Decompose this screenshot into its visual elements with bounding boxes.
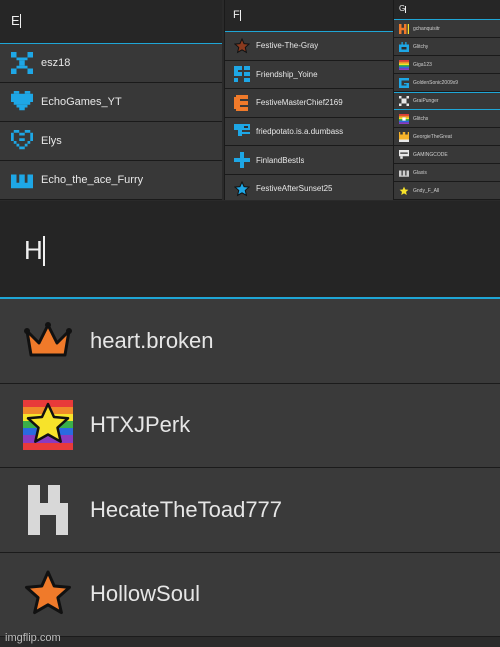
list-item[interactable]: esz18 xyxy=(0,44,222,83)
username: Giga123 xyxy=(413,61,432,68)
username: GraiPunger xyxy=(413,98,439,104)
username: friedpotato.is.a.dumbass xyxy=(256,127,344,137)
username: FestiveAfterSunset25 xyxy=(256,184,333,194)
cross-icon xyxy=(233,151,251,169)
crown-icon xyxy=(22,315,74,367)
username: Friendship_Yoine xyxy=(256,69,318,79)
search-query: E xyxy=(11,13,20,28)
list-item[interactable]: GAMINGCODE xyxy=(394,146,500,164)
star-icon xyxy=(233,37,251,55)
list-item[interactable]: Glitchy xyxy=(394,38,500,56)
list-item[interactable]: FinlandBestIs xyxy=(225,146,393,175)
list-item[interactable]: Giga123 xyxy=(394,56,500,74)
username: heart.broken xyxy=(90,327,214,353)
list-item[interactable]: Glitchs xyxy=(394,110,500,128)
username: gchanquisitr xyxy=(413,25,440,32)
search-input[interactable]: F xyxy=(225,0,393,32)
username: EchoGames_YT xyxy=(41,96,122,108)
list-item[interactable]: FestiveMasterChief2169 xyxy=(225,89,393,118)
username: Glaxis xyxy=(413,169,427,176)
username: esz18 xyxy=(41,57,71,69)
list-item[interactable]: Echo_the_ace_Furry xyxy=(0,161,222,200)
username: Glitchy xyxy=(413,43,429,50)
tag-icon xyxy=(398,167,410,179)
list-item[interactable]: FestiveAfterSunset25 xyxy=(225,174,393,200)
search-query: H xyxy=(24,235,43,265)
list-item[interactable]: GeorgieTheGreat xyxy=(394,128,500,146)
pixel-heart-icon xyxy=(10,90,34,114)
search-input[interactable]: G xyxy=(394,0,500,20)
text-caret xyxy=(405,6,407,13)
list-item[interactable]: EchoGames_YT xyxy=(0,83,222,122)
search-query: F xyxy=(233,9,240,21)
search-panel-h: H heart.broken HTXJPerk HecateTheToad777… xyxy=(0,201,500,647)
pixel-box-icon xyxy=(398,41,410,53)
pixel-cross-icon xyxy=(398,95,410,107)
pixel-bracket-icon xyxy=(233,123,251,141)
search-input[interactable]: E xyxy=(0,0,222,44)
search-panel-e: E esz18 EchoGames_YT Elys Echo_the_ace_F… xyxy=(0,0,222,200)
star-icon xyxy=(398,185,410,197)
star-icon xyxy=(233,180,251,198)
chat-icon xyxy=(398,149,410,161)
text-caret xyxy=(42,236,45,266)
username: Glitchs xyxy=(413,115,429,122)
username: Gndy_F_All xyxy=(413,187,440,194)
rainbow-flag-icon xyxy=(398,113,410,125)
text-caret xyxy=(19,14,21,28)
list-item[interactable]: GoldenSonic2009x9 xyxy=(394,74,500,92)
username: HollowSoul xyxy=(90,581,201,607)
list-item[interactable]: friedpotato.is.a.dumbass xyxy=(225,117,393,147)
rainbow-flag-icon xyxy=(398,59,410,71)
pacman-icon xyxy=(233,94,251,112)
username: GeorgieTheGreat xyxy=(413,133,452,140)
list-item[interactable]: heart.broken xyxy=(0,299,500,384)
list-item[interactable]: Friendship_Yoine xyxy=(225,60,393,90)
username: FestiveMasterChief2169 xyxy=(256,98,343,108)
pixel-cross-icon xyxy=(10,51,34,75)
pixel-h-icon xyxy=(398,23,410,35)
rainbow-star-icon xyxy=(22,399,74,451)
list-item[interactable]: gchanquisitr xyxy=(394,20,500,38)
username: HecateTheToad777 xyxy=(90,496,283,522)
list-item[interactable]: HTXJPerk xyxy=(0,383,500,468)
star-icon xyxy=(22,568,74,620)
pixel-g-icon xyxy=(398,77,410,89)
pixel-glyph-icon xyxy=(233,65,251,83)
pixel-crown-icon xyxy=(10,168,34,192)
list-item[interactable]: Glaxis xyxy=(394,164,500,182)
username: Festive-The-Gray xyxy=(256,41,319,51)
search-input[interactable]: H xyxy=(0,201,500,299)
username: GAMINGCODE xyxy=(413,151,448,158)
pixel-heart-outline-icon xyxy=(10,129,34,153)
pixel-h-icon xyxy=(22,484,74,536)
watermark: imgflip.com xyxy=(5,632,61,644)
username: Elys xyxy=(41,135,62,147)
search-panel-g: G gchanquisitr Glitchy Giga123 GoldenSon… xyxy=(393,0,500,200)
crown-icon xyxy=(398,131,410,143)
search-panel-f: F Festive-The-Gray Friendship_Yoine Fest… xyxy=(224,0,393,200)
text-caret xyxy=(239,10,241,21)
username: Echo_the_ace_Furry xyxy=(41,174,144,186)
list-item[interactable]: Elys xyxy=(0,122,222,161)
list-item[interactable]: HecateTheToad777 xyxy=(0,468,500,553)
username: HTXJPerk xyxy=(90,412,191,438)
list-item[interactable]: Gndy_F_All xyxy=(394,182,500,200)
username: FinlandBestIs xyxy=(256,155,305,165)
list-item[interactable]: HollowSoul xyxy=(0,552,500,637)
username: GoldenSonic2009x9 xyxy=(413,79,459,86)
list-item[interactable]: Festive-The-Gray xyxy=(225,32,393,61)
list-item[interactable]: GraiPunger xyxy=(394,92,500,110)
